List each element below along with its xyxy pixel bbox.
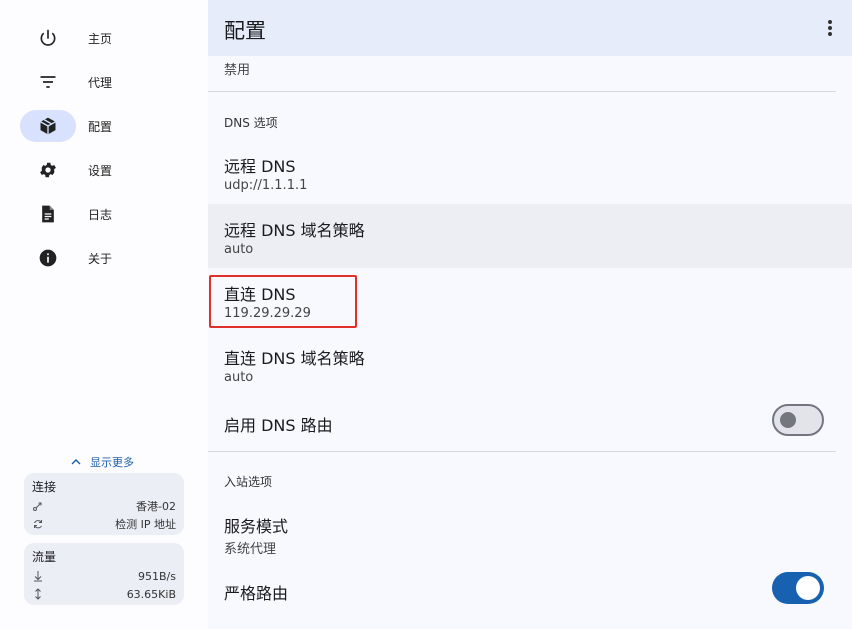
setting-value: auto bbox=[224, 370, 254, 385]
connection-server-row: 香港-02 bbox=[32, 497, 176, 515]
gear-icon bbox=[40, 162, 56, 178]
setting-value: 系统代理 bbox=[224, 542, 277, 557]
setting-title: 远程 DNS 域名策略 bbox=[224, 221, 365, 240]
info-icon bbox=[39, 249, 57, 267]
traffic-total-row: 63.65KiB bbox=[32, 585, 176, 603]
document-icon bbox=[42, 205, 54, 223]
chevron-up-icon bbox=[71, 459, 81, 465]
setting-service-mode[interactable]: 服务模式 系统代理 bbox=[208, 500, 852, 564]
dns-routing-switch[interactable] bbox=[772, 404, 824, 436]
strict-route-switch[interactable] bbox=[772, 572, 824, 604]
highlight-box bbox=[209, 275, 357, 328]
route-icon bbox=[33, 502, 42, 511]
setting-title: 直连 DNS 域名策略 bbox=[224, 349, 365, 368]
setting-remote-dns[interactable]: 远程 DNS udp://1.1.1.1 bbox=[208, 140, 852, 204]
setting-value: 禁用 bbox=[224, 63, 251, 78]
setting-title: 远程 DNS bbox=[224, 157, 296, 176]
nav-label: 设置 bbox=[88, 164, 113, 178]
filter-list-icon bbox=[40, 76, 56, 88]
test-ip-label: 检测 IP 地址 bbox=[115, 518, 176, 531]
setting-direct-dns-strategy[interactable]: 直连 DNS 域名策略 auto bbox=[208, 332, 852, 396]
connection-card[interactable]: 连接 香港-02 检测 IP 地址 bbox=[24, 473, 184, 535]
show-more-label: 显示更多 bbox=[90, 456, 134, 469]
sidebar: 主页 代理 配置 设置 日志 关于 显示更多 连接 香港-02 检测 IP 地址… bbox=[0, 0, 208, 629]
nav-item-about[interactable]: 关于 bbox=[20, 242, 190, 274]
up-down-arrow-icon bbox=[35, 588, 41, 600]
divider bbox=[208, 91, 836, 92]
settings-list: 禁用 DNS 选项 远程 DNS udp://1.1.1.1 远程 DNS 域名… bbox=[208, 56, 852, 629]
nav-label: 日志 bbox=[88, 208, 113, 222]
nav-label: 配置 bbox=[88, 120, 113, 134]
package-icon bbox=[40, 117, 56, 135]
setting-strict-route[interactable]: 严格路由 bbox=[208, 564, 852, 620]
divider bbox=[208, 451, 836, 452]
refresh-icon bbox=[34, 520, 42, 529]
page-title: 配置 bbox=[224, 19, 266, 43]
connection-server: 香港-02 bbox=[136, 500, 176, 513]
setting-value: udp://1.1.1.1 bbox=[224, 178, 308, 193]
connection-test-row[interactable]: 检测 IP 地址 bbox=[32, 515, 176, 533]
traffic-card: 流量 951B/s 63.65KiB bbox=[24, 543, 184, 605]
nav-label: 主页 bbox=[88, 32, 113, 46]
top-app-bar: 配置 bbox=[208, 0, 852, 56]
nav-item-home[interactable]: 主页 bbox=[20, 22, 190, 54]
show-more-button[interactable]: 显示更多 bbox=[70, 454, 134, 470]
switch-knob bbox=[780, 412, 796, 428]
nav-label: 代理 bbox=[88, 76, 113, 90]
section-header-inbound: 入站选项 bbox=[224, 475, 273, 489]
nav-label: 关于 bbox=[88, 252, 113, 266]
download-arrow-icon bbox=[34, 571, 42, 582]
nav-item-logs[interactable]: 日志 bbox=[20, 198, 190, 230]
setting-dns-routing[interactable]: 启用 DNS 路由 bbox=[208, 396, 852, 452]
switch-knob bbox=[796, 576, 820, 600]
connection-card-title: 连接 bbox=[32, 480, 57, 494]
traffic-card-title: 流量 bbox=[32, 550, 57, 564]
nav-item-config[interactable]: 配置 bbox=[20, 110, 190, 142]
setting-remote-dns-strategy[interactable]: 远程 DNS 域名策略 auto bbox=[208, 204, 852, 268]
traffic-total: 63.65KiB bbox=[126, 587, 176, 601]
setting-title: 服务模式 bbox=[224, 517, 289, 536]
power-icon bbox=[40, 29, 56, 46]
setting-title: 严格路由 bbox=[224, 584, 289, 603]
traffic-speed: 951B/s bbox=[138, 569, 176, 583]
nav-item-settings[interactable]: 设置 bbox=[20, 154, 190, 186]
nav-item-proxy[interactable]: 代理 bbox=[20, 66, 190, 98]
section-header-dns: DNS 选项 bbox=[224, 116, 278, 130]
traffic-speed-row: 951B/s bbox=[32, 567, 176, 585]
setting-title: 启用 DNS 路由 bbox=[224, 416, 333, 435]
more-vert-icon[interactable] bbox=[820, 16, 840, 40]
setting-value: auto bbox=[224, 242, 254, 257]
setting-previous[interactable]: 禁用 bbox=[208, 56, 852, 90]
